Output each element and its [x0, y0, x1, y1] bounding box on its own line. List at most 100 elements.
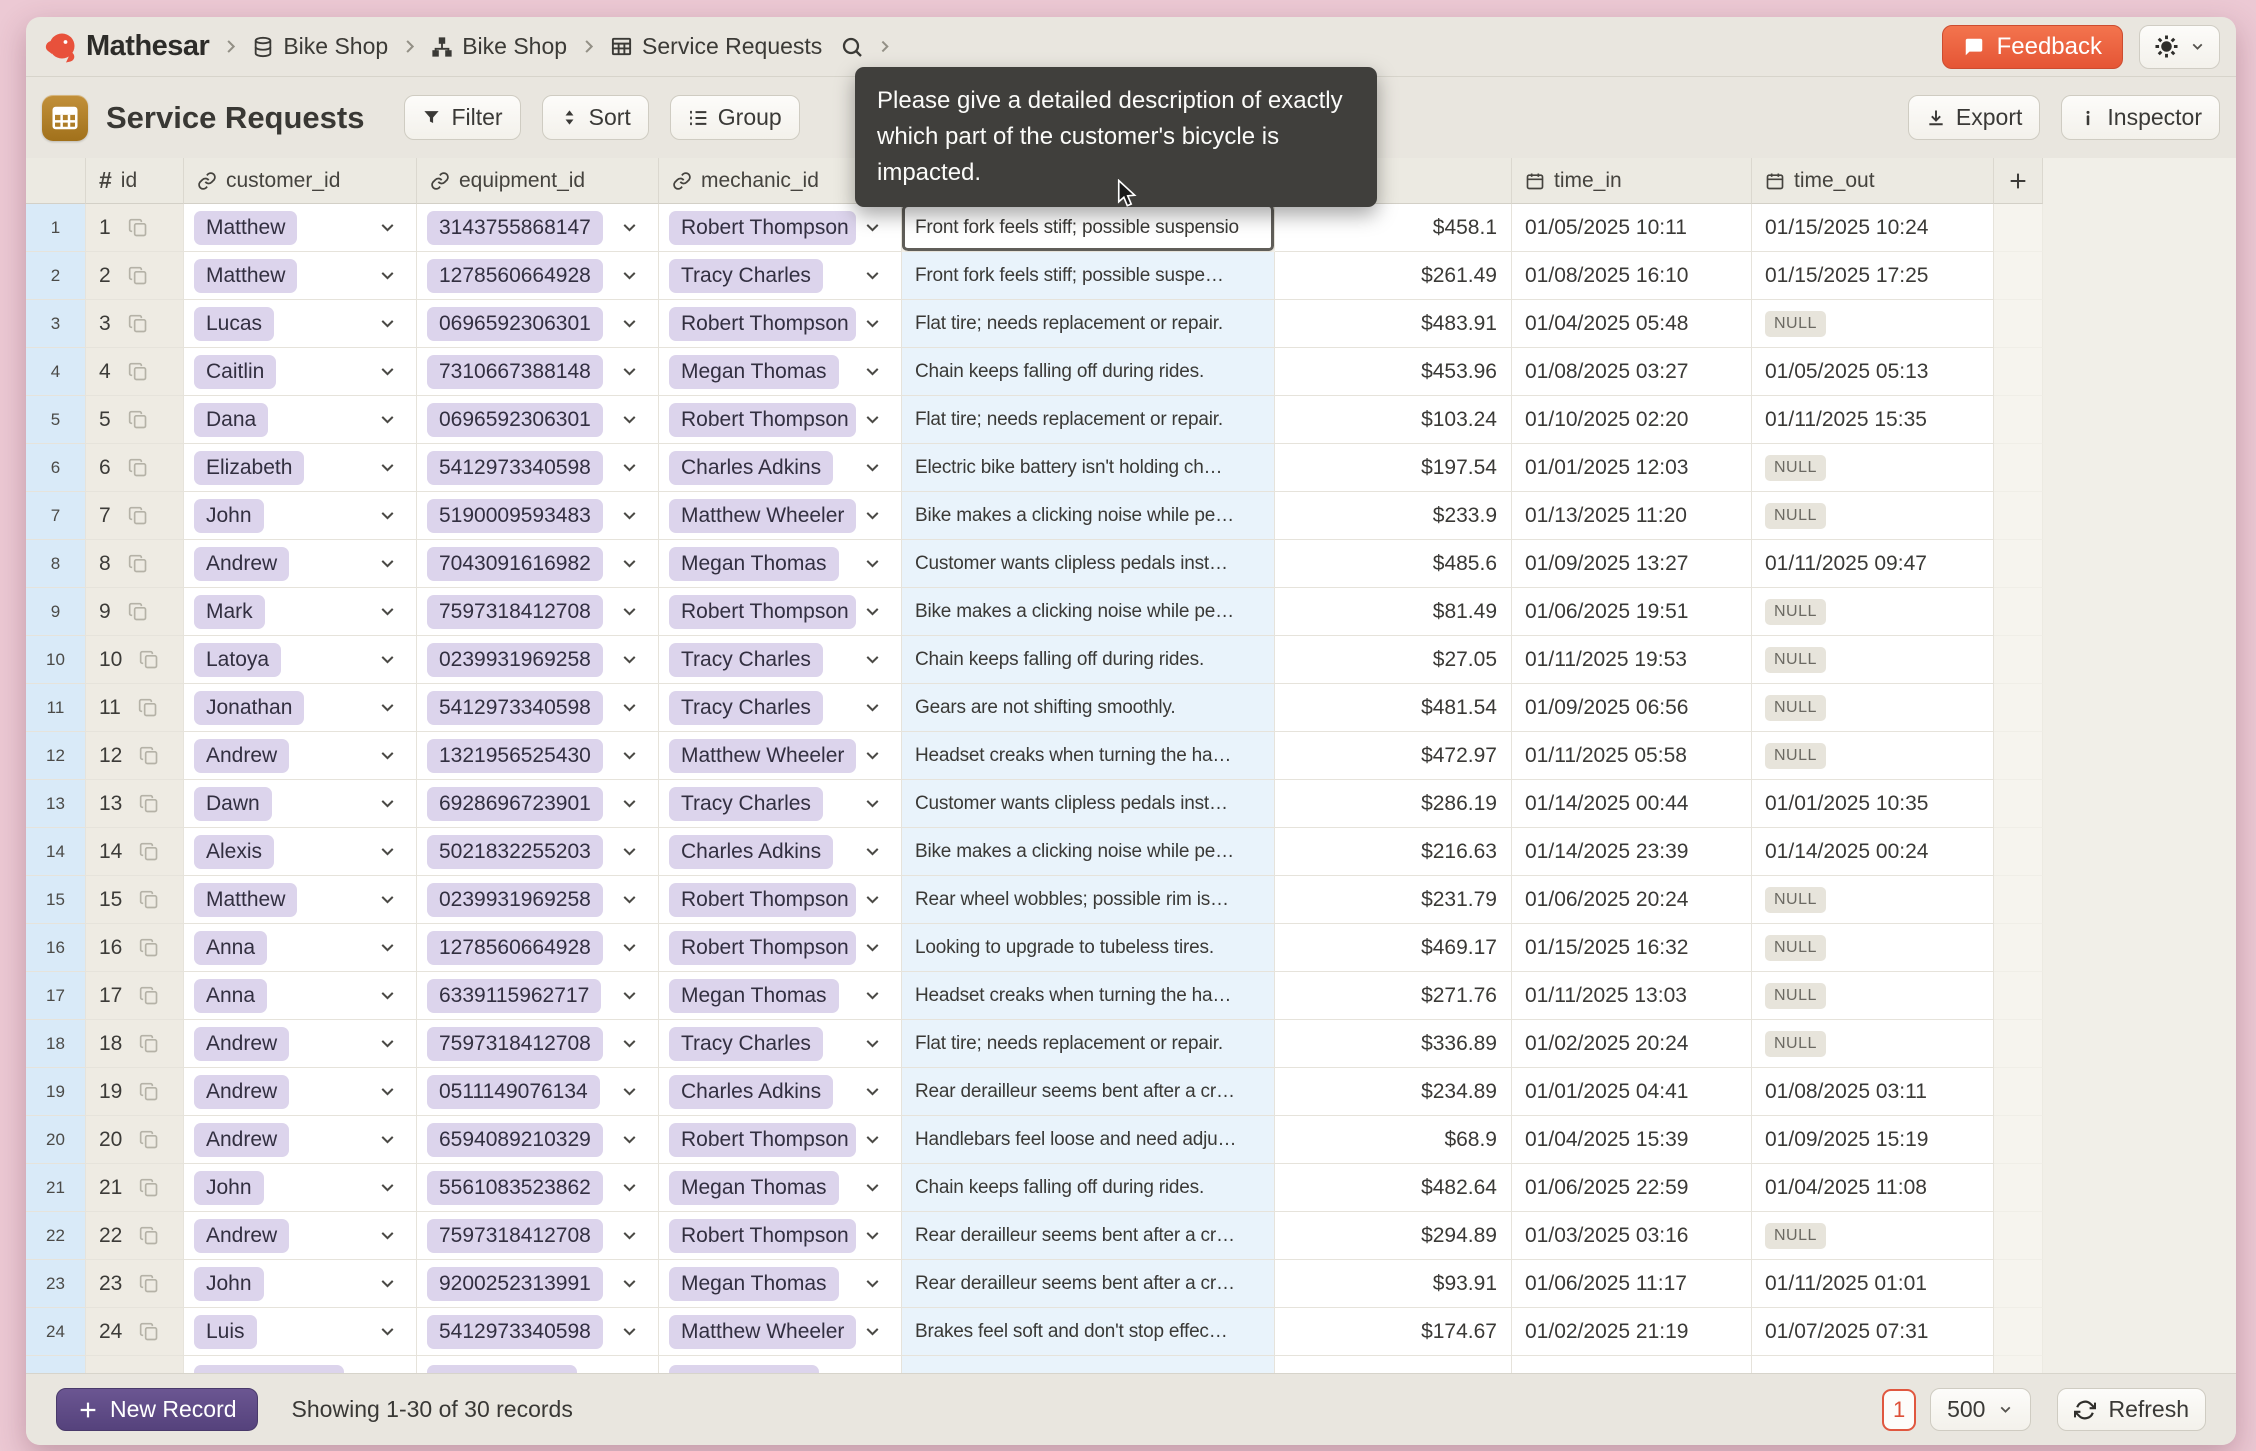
time-out-cell[interactable]: NULL — [1752, 588, 1994, 636]
copy-icon[interactable] — [128, 506, 148, 526]
cost-cell[interactable]: $472.97 — [1275, 732, 1512, 780]
cost-cell[interactable]: $103.24 — [1275, 396, 1512, 444]
equipment-id-cell[interactable]: 0511149076134 — [417, 1068, 659, 1116]
copy-icon[interactable] — [128, 266, 148, 286]
customer-id-cell[interactable] — [184, 1356, 417, 1373]
request-description-cell[interactable]: Rear derailleur seems bent after a cr… — [902, 1260, 1275, 1308]
customer-id-cell[interactable]: John — [184, 1164, 417, 1212]
copy-icon[interactable] — [128, 602, 148, 622]
column-header-customer-id[interactable]: customer_id — [184, 158, 417, 204]
equipment-id-cell[interactable]: 3143755868147 — [417, 204, 659, 252]
page-size-dropdown[interactable]: 500 — [1930, 1388, 2031, 1431]
row-number[interactable]: 7 — [26, 492, 86, 540]
mechanic-id-cell[interactable]: Tracy Charles — [659, 684, 902, 732]
breadcrumb-schema[interactable]: Bike Shop — [431, 33, 567, 60]
copy-icon[interactable] — [128, 554, 148, 574]
customer-id-cell[interactable]: Andrew — [184, 1116, 417, 1164]
equipment-id-cell[interactable]: 7043091616982 — [417, 540, 659, 588]
mechanic-id-cell[interactable]: Charles Adkins — [659, 828, 902, 876]
id-cell[interactable]: 20 — [86, 1116, 184, 1164]
row-number[interactable]: 4 — [26, 348, 86, 396]
copy-icon[interactable] — [139, 650, 159, 670]
id-cell[interactable]: 4 — [86, 348, 184, 396]
row-number[interactable]: 12 — [26, 732, 86, 780]
mechanic-id-cell[interactable]: Tracy Charles — [659, 780, 902, 828]
feedback-button[interactable]: Feedback — [1942, 25, 2123, 69]
customer-id-cell[interactable]: Andrew — [184, 1212, 417, 1260]
request-description-cell[interactable]: Chain keeps falling off during rides. — [902, 636, 1275, 684]
copy-icon[interactable] — [128, 410, 148, 430]
customer-id-cell[interactable]: Andrew — [184, 1068, 417, 1116]
mechanic-id-cell[interactable]: Robert Thompson — [659, 1116, 902, 1164]
request-description-cell[interactable]: Flat tire; needs replacement or repair. — [902, 300, 1275, 348]
mechanic-id-cell[interactable]: Megan Thomas — [659, 1260, 902, 1308]
mechanic-id-cell[interactable]: Matthew Wheeler — [659, 492, 902, 540]
row-number[interactable]: 9 — [26, 588, 86, 636]
cost-cell[interactable]: $482.64 — [1275, 1164, 1512, 1212]
customer-id-cell[interactable]: Dawn — [184, 780, 417, 828]
filter-button[interactable]: Filter — [404, 95, 520, 140]
customer-id-cell[interactable]: Caitlin — [184, 348, 417, 396]
row-number[interactable]: 8 — [26, 540, 86, 588]
cost-cell[interactable]: $469.17 — [1275, 924, 1512, 972]
time-in-cell[interactable]: 01/01/2025 04:41 — [1512, 1068, 1752, 1116]
customer-id-cell[interactable]: Jonathan — [184, 684, 417, 732]
id-cell[interactable]: 12 — [86, 732, 184, 780]
copy-icon[interactable] — [139, 1226, 159, 1246]
id-cell[interactable]: 13 — [86, 780, 184, 828]
request-description-cell[interactable]: Gears are not shifting smoothly. — [902, 684, 1275, 732]
equipment-id-cell[interactable]: 5412973340598 — [417, 1308, 659, 1356]
id-cell[interactable]: 16 — [86, 924, 184, 972]
equipment-id-cell[interactable]: 5021832255203 — [417, 828, 659, 876]
customer-id-cell[interactable]: John — [184, 492, 417, 540]
column-header-id[interactable]: # id — [86, 158, 184, 204]
time-out-cell[interactable]: 01/11/2025 15:35 — [1752, 396, 1994, 444]
time-out-cell[interactable]: NULL — [1752, 924, 1994, 972]
row-number[interactable]: 19 — [26, 1068, 86, 1116]
mechanic-id-cell[interactable]: Matthew Wheeler — [659, 1308, 902, 1356]
request-description-cell[interactable]: Brakes feel soft and don't stop effec… — [902, 1308, 1275, 1356]
mechanic-id-cell[interactable]: Charles Adkins — [659, 444, 902, 492]
cost-cell[interactable]: $231.79 — [1275, 876, 1512, 924]
copy-icon[interactable] — [139, 842, 159, 862]
time-out-cell[interactable]: 01/04/2025 11:08 — [1752, 1164, 1994, 1212]
mechanic-id-cell[interactable]: Robert Thompson — [659, 300, 902, 348]
time-in-cell[interactable]: 01/13/2025 11:20 — [1512, 492, 1752, 540]
time-in-cell[interactable]: 01/11/2025 05:58 — [1512, 732, 1752, 780]
time-in-cell[interactable]: 01/02/2025 20:24 — [1512, 1020, 1752, 1068]
mechanic-id-cell[interactable]: Tracy Charles — [659, 1020, 902, 1068]
equipment-id-cell[interactable]: 0696592306301 — [417, 396, 659, 444]
request-description-cell[interactable]: Flat tire; needs replacement or repair. — [902, 1020, 1275, 1068]
time-in-cell[interactable]: 01/04/2025 05:48 — [1512, 300, 1752, 348]
mechanic-id-cell[interactable]: Megan Thomas — [659, 1164, 902, 1212]
request-description-cell[interactable]: Bike makes a clicking noise while pe… — [902, 492, 1275, 540]
cost-cell[interactable]: $453.96 — [1275, 348, 1512, 396]
inspector-button[interactable]: Inspector — [2061, 95, 2220, 140]
equipment-id-cell[interactable]: 1278560664928 — [417, 252, 659, 300]
time-out-cell[interactable] — [1752, 1356, 1994, 1373]
copy-icon[interactable] — [139, 890, 159, 910]
request-description-cell[interactable]: Headset creaks when turning the ha… — [902, 972, 1275, 1020]
customer-id-cell[interactable]: Alexis — [184, 828, 417, 876]
time-in-cell[interactable]: 01/06/2025 22:59 — [1512, 1164, 1752, 1212]
cost-cell[interactable]: $93.91 — [1275, 1260, 1512, 1308]
equipment-id-cell[interactable]: 9200252313991 — [417, 1260, 659, 1308]
time-out-cell[interactable]: 01/11/2025 09:47 — [1752, 540, 1994, 588]
id-cell[interactable]: 8 — [86, 540, 184, 588]
cost-cell[interactable]: $27.05 — [1275, 636, 1512, 684]
cost-cell[interactable]: $483.91 — [1275, 300, 1512, 348]
time-in-cell[interactable]: 01/06/2025 19:51 — [1512, 588, 1752, 636]
breadcrumb-table[interactable]: Service Requests — [610, 33, 822, 60]
customer-id-cell[interactable]: Andrew — [184, 732, 417, 780]
cost-cell[interactable]: $271.76 — [1275, 972, 1512, 1020]
copy-icon[interactable] — [139, 794, 159, 814]
customer-id-cell[interactable]: Elizabeth — [184, 444, 417, 492]
customer-id-cell[interactable]: Matthew — [184, 204, 417, 252]
add-column-button[interactable] — [1994, 158, 2043, 204]
mechanic-id-cell[interactable]: Robert Thompson — [659, 924, 902, 972]
request-description-cell[interactable]: Rear derailleur seems bent after a cr… — [902, 1068, 1275, 1116]
row-number[interactable]: 11 — [26, 684, 86, 732]
row-number[interactable]: 5 — [26, 396, 86, 444]
copy-icon[interactable] — [128, 458, 148, 478]
equipment-id-cell[interactable]: 7597318412708 — [417, 1212, 659, 1260]
